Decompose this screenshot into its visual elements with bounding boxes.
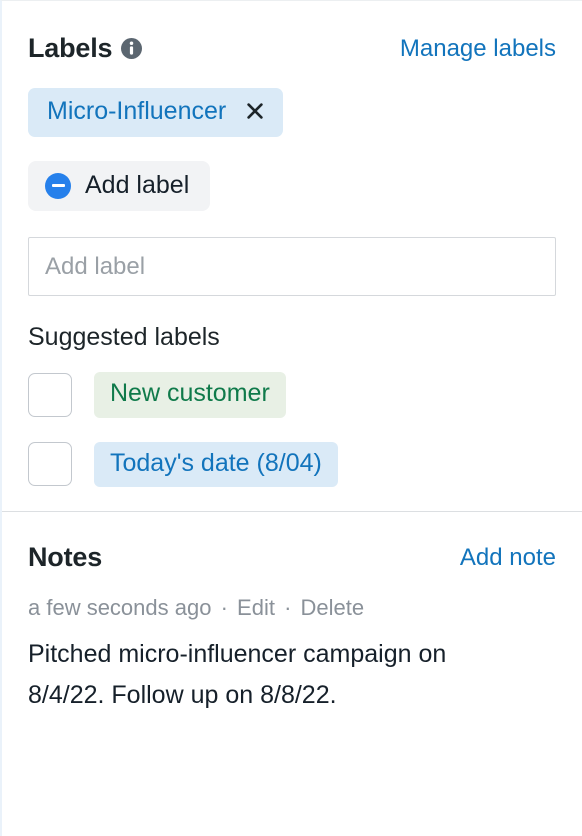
suggested-label-chip-todays-date[interactable]: Today's date (8/04) xyxy=(94,441,338,488)
notes-section: Notes Add note a few seconds ago · Edit … xyxy=(2,512,582,715)
note-body-text: Pitched micro-influencer campaign on 8/4… xyxy=(28,640,447,709)
label-chip-text: Micro-Influencer xyxy=(47,97,227,125)
labels-header: Labels Manage labels xyxy=(28,35,556,62)
note-delete-link[interactable]: Delete xyxy=(301,595,365,620)
note-edit-link[interactable]: Edit xyxy=(237,595,275,620)
suggested-labels-heading: Suggested labels xyxy=(28,323,220,352)
add-label-button[interactable]: Add label xyxy=(28,160,211,212)
manage-labels-link[interactable]: Manage labels xyxy=(400,36,556,61)
note-timestamp: a few seconds ago xyxy=(28,595,212,621)
list-item: Today's date (8/04) xyxy=(28,441,556,488)
note-entry: a few seconds ago · Edit · Delete Pitche… xyxy=(28,596,556,715)
close-icon[interactable] xyxy=(244,100,266,122)
page-title: Labels xyxy=(28,33,113,63)
add-label-button-label: Add label xyxy=(85,170,190,199)
labels-title-group: Labels xyxy=(28,33,143,63)
suggested-label-checkbox-todays-date[interactable] xyxy=(28,442,72,487)
add-label-input[interactable] xyxy=(28,237,556,297)
minus-circle-icon xyxy=(45,172,71,199)
notes-header: Notes Add note xyxy=(28,544,556,571)
note-meta: a few seconds ago · Edit · Delete xyxy=(28,596,556,620)
applied-labels-row: Micro-Influencer xyxy=(28,88,556,137)
suggested-labels-list: New customer Today's date (8/04) xyxy=(28,371,556,488)
add-note-link[interactable]: Add note xyxy=(460,545,556,570)
suggested-label-chip-new-customer[interactable]: New customer xyxy=(94,371,286,418)
info-icon[interactable] xyxy=(121,38,143,59)
meta-separator: · xyxy=(284,595,292,621)
suggested-label-checkbox-new-customer[interactable] xyxy=(28,372,72,417)
label-chip-micro-influencer[interactable]: Micro-Influencer xyxy=(28,88,284,137)
labels-section: Labels Manage labels Micro-Influencer Ad… xyxy=(2,1,582,488)
notes-title: Notes xyxy=(28,542,103,573)
meta-separator: · xyxy=(220,595,228,621)
list-item: New customer xyxy=(28,371,556,418)
labels-notes-panel: Labels Manage labels Micro-Influencer Ad… xyxy=(0,0,582,836)
